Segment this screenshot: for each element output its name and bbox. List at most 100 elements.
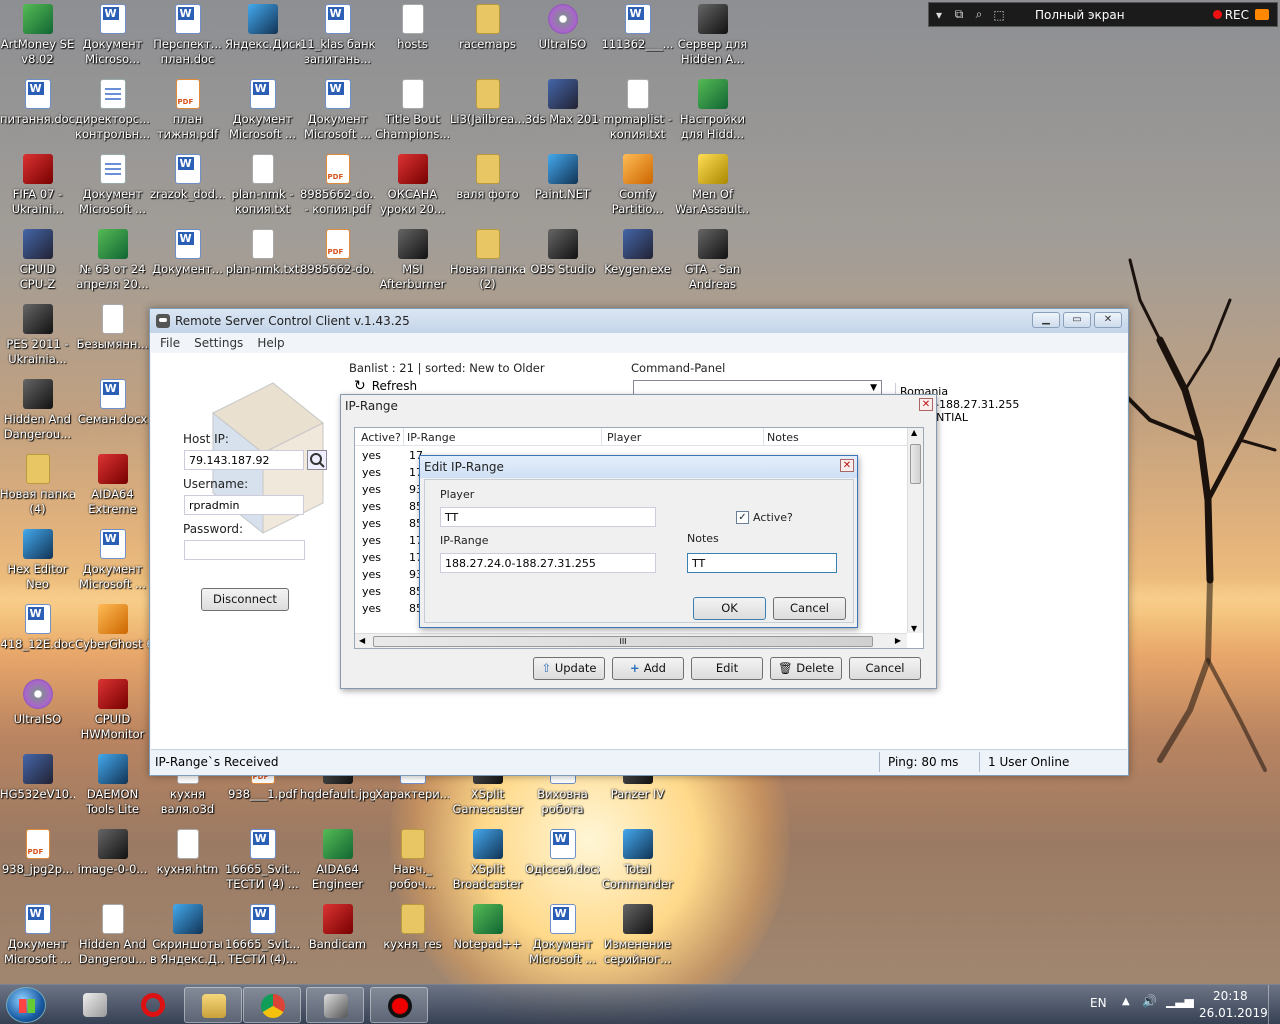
desktop-icon[interactable]: 16665_Svit... ТЕСТИ (4)... — [225, 900, 300, 975]
desktop-icon[interactable]: Bandicam — [300, 900, 375, 975]
col-notes[interactable]: Notes — [767, 431, 799, 444]
desktop-icon[interactable]: Li3(Jailbrea... — [450, 75, 525, 150]
desktop-icon[interactable]: Новая папка (2) — [450, 225, 525, 300]
taskbar-pin-bandicam[interactable] — [370, 987, 428, 1023]
desktop-icon[interactable]: кухня.htm — [150, 825, 225, 900]
desktop-icon[interactable]: CyberGhost 6 — [75, 600, 150, 675]
taskbar-pin-pen[interactable] — [66, 987, 124, 1023]
desktop-icon[interactable]: Total Commander — [600, 825, 675, 900]
vertical-scrollbar[interactable]: ▲ ▼ — [907, 428, 923, 633]
cancel-button[interactable]: Cancel — [849, 657, 921, 680]
close-icon[interactable]: ✕ — [840, 459, 854, 472]
desktop-icon[interactable]: 3ds Max 2014 — [525, 75, 600, 150]
desktop-icon[interactable]: GTA - San Andreas — [675, 225, 750, 300]
desktop-icon[interactable]: XSplit Broadcaster — [450, 825, 525, 900]
taskbar-pin-explorer[interactable] — [184, 987, 242, 1023]
desktop-icon[interactable]: UltraISO — [525, 0, 600, 75]
desktop-icon[interactable]: MSI Afterburner — [375, 225, 450, 300]
desktop-icon[interactable]: 8985662-do... - копия.pdf — [300, 150, 375, 225]
maximize-button[interactable]: ▭ — [1063, 312, 1091, 328]
update-button[interactable]: ⇧ Update — [533, 657, 605, 680]
camera-icon[interactable] — [1255, 9, 1269, 20]
delete-button[interactable]: 🗑 Delete — [770, 657, 842, 680]
window-mode-icon[interactable]: ⧉ — [949, 7, 969, 22]
horizontal-scrollbar[interactable]: ◀ III ▶ — [355, 633, 907, 648]
scroll-left-icon[interactable]: ◀ — [359, 636, 365, 645]
desktop-icon[interactable]: Документ Microsoft ... — [300, 75, 375, 150]
username-field[interactable]: rpradmin — [184, 495, 304, 515]
desktop-icon[interactable]: 111362___... — [600, 0, 675, 75]
desktop-icon[interactable]: HG532eV10... — [0, 750, 75, 825]
desktop-icon[interactable]: Перспект... план.doc — [150, 0, 225, 75]
taskbar-pin-opera[interactable] — [124, 987, 182, 1023]
player-field[interactable]: TT — [440, 507, 656, 527]
taskbar-pin-rsc[interactable] — [306, 987, 364, 1023]
desktop-icon[interactable]: Men Of War.Assault... — [675, 150, 750, 225]
window-title-bar[interactable]: Remote Server Control Client v.1.43.25 ▁… — [150, 309, 1128, 333]
desktop-icon[interactable]: кухня_res — [375, 900, 450, 975]
desktop-icon[interactable]: Сервер для Hidden A... — [675, 0, 750, 75]
desktop-icon[interactable]: ArtMoney SE v8.02 — [0, 0, 75, 75]
start-button[interactable] — [6, 987, 46, 1023]
col-ip-range[interactable]: IP-Range — [407, 431, 455, 444]
menu-settings[interactable]: Settings — [194, 336, 243, 350]
desktop-icon[interactable]: 938_jpg2p... — [0, 825, 75, 900]
ok-button[interactable]: OK — [693, 597, 766, 620]
close-icon[interactable]: ✕ — [919, 398, 933, 411]
desktop-icon[interactable]: Семан.docx — [75, 375, 150, 450]
desktop-icon[interactable]: Hidden And Dangerou... — [75, 900, 150, 975]
desktop-icon[interactable]: OBS Studio — [525, 225, 600, 300]
desktop-icon[interactable]: 11_klas банк запитань... — [300, 0, 375, 75]
desktop-icon[interactable]: Keygen.exe — [600, 225, 675, 300]
desktop-icon[interactable]: директорс... контрольн... — [75, 75, 150, 150]
password-field[interactable] — [184, 540, 305, 560]
desktop-icon[interactable]: 8985662-do... — [300, 225, 375, 300]
desktop-icon[interactable]: mpmaplist - копия.txt — [600, 75, 675, 150]
desktop-icon[interactable]: UltraISO — [0, 675, 75, 750]
desktop-icon[interactable]: питання.doc — [0, 75, 75, 150]
desktop-icon[interactable]: Comfy Partitio... — [600, 150, 675, 225]
edit-dialog-title-bar[interactable]: Edit IP-Range — [420, 456, 857, 478]
desktop-icon[interactable]: Новая папка (4) — [0, 450, 75, 525]
active-checkbox[interactable]: ✓ — [736, 511, 749, 524]
desktop-icon[interactable]: Hex Editor Neo — [0, 525, 75, 600]
desktop-icon[interactable]: AIDA64 Engineer — [300, 825, 375, 900]
desktop-icon[interactable]: image-0-0... — [75, 825, 150, 900]
scroll-down-icon[interactable]: ▼ — [911, 624, 917, 633]
desktop-icon[interactable]: Notepad++ — [450, 900, 525, 975]
desktop-icon[interactable]: Документ Microso... — [75, 0, 150, 75]
region-icon[interactable]: ⬚ — [989, 8, 1009, 22]
search-icon[interactable]: ⌕ — [969, 7, 989, 22]
cancel-button[interactable]: Cancel — [773, 597, 846, 620]
taskbar-pin-chrome[interactable] — [243, 987, 301, 1023]
menu-file[interactable]: File — [160, 336, 180, 350]
scroll-thumb[interactable] — [910, 444, 921, 484]
desktop-icon[interactable]: CPUID HWMonitor — [75, 675, 150, 750]
col-player[interactable]: Player — [607, 431, 641, 444]
scroll-right-icon[interactable]: ▶ — [895, 636, 901, 645]
desktop-icon[interactable]: Навч._ робоч... — [375, 825, 450, 900]
desktop-icon[interactable]: FIFA 07 - Ukraini... — [0, 150, 75, 225]
desktop-icon[interactable]: zrazok_dod... — [150, 150, 225, 225]
host-ip-field[interactable]: 79.143.187.92 — [184, 450, 304, 470]
desktop-icon[interactable]: plan-nmk.txt — [225, 225, 300, 300]
ip-range-title-bar[interactable]: IP-Range — [341, 395, 936, 417]
desktop-icon[interactable]: № 63 от 24 апреля 20... — [75, 225, 150, 300]
disconnect-button[interactable]: Disconnect — [201, 588, 289, 611]
desktop-icon[interactable]: Title Bout Champions... — [375, 75, 450, 150]
desktop-icon[interactable]: ОКСАНА уроки 20... — [375, 150, 450, 225]
recorder-toolbar[interactable]: ▾ ⧉ ⌕ ⬚ Полный экран REC — [928, 2, 1278, 27]
desktop-icon[interactable]: DAEMON Tools Lite — [75, 750, 150, 825]
desktop-icon[interactable]: Документ Microsoft ... — [75, 150, 150, 225]
desktop-icon[interactable]: Документ Microsoft ... — [225, 75, 300, 150]
col-active[interactable]: Active? — [361, 431, 401, 444]
clock-time[interactable]: 20:18 — [1213, 989, 1248, 1003]
dropdown-icon[interactable]: ▾ — [929, 8, 949, 22]
edit-button[interactable]: Edit — [691, 657, 763, 680]
desktop-icon[interactable]: racemaps — [450, 0, 525, 75]
desktop-icon[interactable]: Paint.NET — [525, 150, 600, 225]
desktop-icon[interactable]: hosts — [375, 0, 450, 75]
desktop-icon[interactable]: CPUID CPU-Z — [0, 225, 75, 300]
desktop-icon[interactable]: Документ Microsoft ... — [0, 900, 75, 975]
refresh-button[interactable]: ↻ Refresh — [354, 377, 417, 395]
